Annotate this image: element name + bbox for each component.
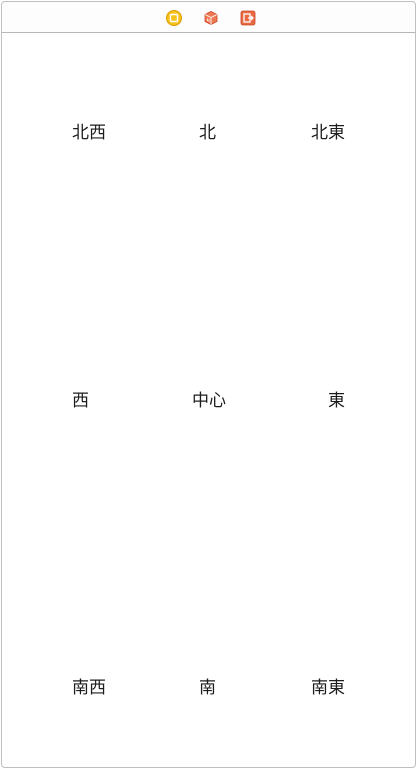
label-center: 中心 xyxy=(192,391,226,411)
scene-dock xyxy=(2,2,415,33)
label-northeast: 北東 xyxy=(311,123,345,143)
exit-icon[interactable] xyxy=(240,10,256,26)
label-north: 北 xyxy=(199,123,216,143)
label-west: 西 xyxy=(72,391,89,411)
scene-frame xyxy=(1,1,416,768)
label-south: 南 xyxy=(199,678,216,698)
view-controller-icon[interactable] xyxy=(166,10,182,26)
label-northwest: 北西 xyxy=(72,123,106,143)
label-east: 東 xyxy=(328,391,345,411)
label-southwest: 南西 xyxy=(72,678,106,698)
label-southeast: 南東 xyxy=(311,678,345,698)
first-responder-icon[interactable] xyxy=(203,10,219,26)
